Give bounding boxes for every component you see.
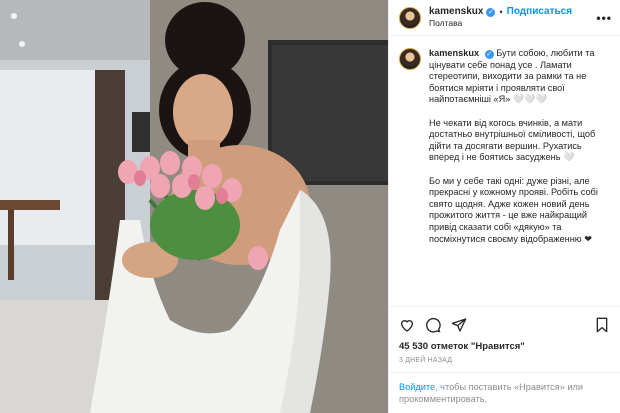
share-icon[interactable] [451,317,467,333]
caption-body: kamenskux ✓ Бути собою, любити та цінува… [429,48,610,306]
caption-avatar[interactable] [399,48,421,70]
post-photo[interactable] [0,0,388,413]
caption-paragraph: Бо ми у себе такі одні: дуже різні, але … [429,175,598,244]
avatar[interactable] [399,6,421,29]
post-side-panel: kamenskux ✓ • Подписаться Полтава ••• ka… [388,0,620,413]
login-prompt: Войдите, чтобы поставить «Нравится» или … [389,372,620,413]
header-row: kamenskux ✓ • Подписаться [429,6,596,18]
more-options-icon[interactable]: ••• [596,11,612,25]
post-header: kamenskux ✓ • Подписаться Полтава ••• [389,0,620,36]
comment-icon[interactable] [425,317,441,333]
header-text: kamenskux ✓ • Подписаться Полтава [429,6,596,29]
post-actions: 45 530 отметок "Нравится" 3 ДНЕЙ НАЗАД [389,306,620,365]
post-timestamp[interactable]: 3 ДНЕЙ НАЗАД [399,356,610,365]
username-link[interactable]: kamenskux [429,6,483,18]
bookmark-icon[interactable] [594,317,610,333]
verified-badge-icon: ✓ [486,7,496,17]
login-link[interactable]: Войдите [399,382,435,392]
heart-icon[interactable] [399,317,415,333]
action-icons [399,315,610,335]
instagram-post: kamenskux ✓ • Подписаться Полтава ••• ka… [0,0,620,413]
caption-area: kamenskux ✓ Бути собою, любити та цінува… [389,36,620,306]
verified-badge-icon: ✓ [484,50,494,59]
separator-dot: • [499,7,503,17]
caption-paragraph: Не чекати від когось вчинків, а мати дос… [429,117,596,163]
caption-username[interactable]: kamenskux [429,48,479,58]
photo-illustration [0,0,388,413]
location-link[interactable]: Полтава [429,18,596,29]
follow-button[interactable]: Подписаться [507,6,572,18]
caption-paragraph: kamenskux ✓ Бути собою, любити та цінува… [429,48,610,106]
likes-count[interactable]: 45 530 отметок "Нравится" [399,341,610,353]
